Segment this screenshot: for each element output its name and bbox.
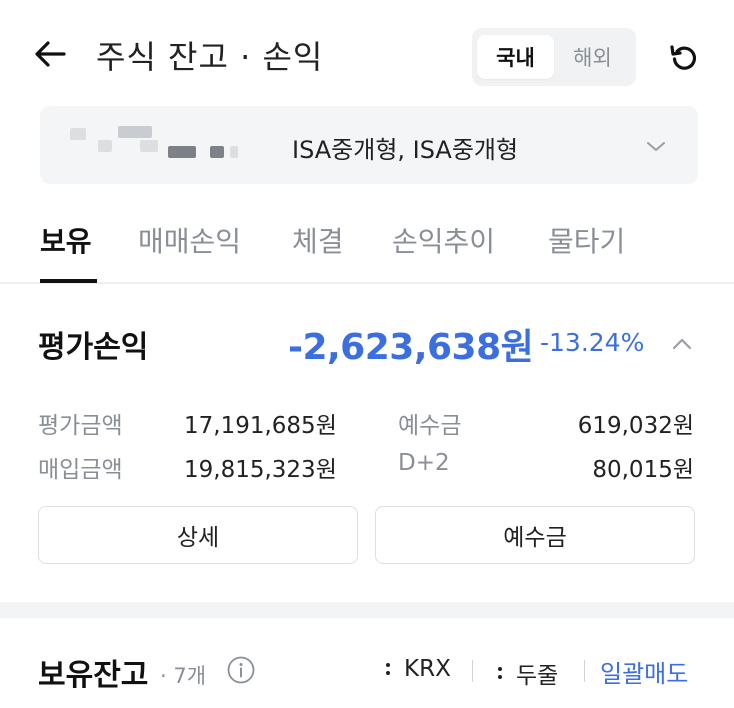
masked-account-number bbox=[140, 140, 158, 152]
eval-amount-label: 평가금액 bbox=[38, 413, 123, 439]
more-vertical-icon bbox=[384, 659, 392, 679]
refresh-icon bbox=[670, 45, 697, 70]
section-divider bbox=[0, 602, 734, 618]
tab-holdings[interactable]: 보유 bbox=[40, 220, 92, 284]
bulk-sell-button[interactable]: 일괄매도 bbox=[600, 654, 688, 689]
more-vertical-icon bbox=[496, 663, 504, 683]
masked-account-number bbox=[230, 146, 238, 158]
row-layout-filter-label: 두줄 bbox=[516, 663, 559, 689]
market-toggle: 국내 해외 bbox=[472, 28, 636, 86]
masked-account-number bbox=[210, 146, 224, 158]
pnl-label: 평가손익 bbox=[38, 330, 149, 365]
exchange-filter-label: KRX bbox=[404, 656, 451, 682]
purchase-amount-value: 19,815,323원 bbox=[184, 457, 337, 483]
masked-account-number bbox=[70, 128, 86, 140]
holdings-count: · 7개 bbox=[160, 664, 207, 688]
chevron-down-icon bbox=[647, 142, 665, 151]
tab-pnl-trend[interactable]: 손익추이 bbox=[392, 220, 495, 284]
page-title: 주식 잔고 · 손익 bbox=[96, 38, 324, 76]
pnl-value: -2,623,638원 bbox=[288, 327, 534, 368]
row-layout-filter[interactable]: 두줄 bbox=[496, 656, 558, 690]
arrow-left-icon bbox=[35, 41, 66, 67]
purchase-amount-label: 매입금액 bbox=[38, 457, 123, 483]
account-name: ISA중개형, ISA중개형 bbox=[292, 136, 519, 164]
detail-button[interactable]: 상세 bbox=[38, 506, 358, 564]
top-bar: 주식 잔고 · 손익 국내 해외 bbox=[0, 0, 734, 106]
deposit-label: 예수금 bbox=[398, 413, 462, 439]
tab-averaging-down[interactable]: 물타기 bbox=[548, 220, 625, 284]
exchange-filter[interactable]: KRX bbox=[384, 656, 451, 682]
deposit-button[interactable]: 예수금 bbox=[375, 506, 695, 564]
tab-bar: 보유 매매손익 체결 손익추이 물타기 bbox=[0, 200, 734, 284]
tab-trade-pnl[interactable]: 매매손익 bbox=[138, 220, 241, 284]
back-button[interactable] bbox=[30, 34, 70, 74]
account-selector[interactable]: ISA중개형, ISA중개형 bbox=[40, 106, 698, 184]
masked-account-number bbox=[168, 146, 196, 158]
d2-label: D+2 bbox=[398, 450, 450, 476]
deposit-value: 619,032원 bbox=[577, 413, 694, 439]
pnl-rate: -13.24% bbox=[540, 328, 645, 357]
active-tab-indicator bbox=[40, 279, 97, 283]
eval-amount-value: 17,191,685원 bbox=[184, 413, 337, 439]
info-icon[interactable] bbox=[226, 655, 256, 685]
refresh-button[interactable] bbox=[664, 38, 704, 78]
masked-account-number bbox=[98, 140, 112, 152]
chevron-up-icon[interactable] bbox=[668, 330, 696, 358]
toggle-domestic[interactable]: 국내 bbox=[477, 35, 554, 79]
filter-separator bbox=[472, 660, 473, 682]
filter-separator bbox=[584, 660, 585, 682]
toggle-overseas[interactable]: 해외 bbox=[554, 35, 631, 79]
masked-account-number bbox=[118, 126, 152, 138]
holdings-title: 보유잔고 bbox=[38, 658, 149, 693]
tab-executions[interactable]: 체결 bbox=[292, 220, 344, 284]
d2-value: 80,015원 bbox=[592, 457, 694, 483]
